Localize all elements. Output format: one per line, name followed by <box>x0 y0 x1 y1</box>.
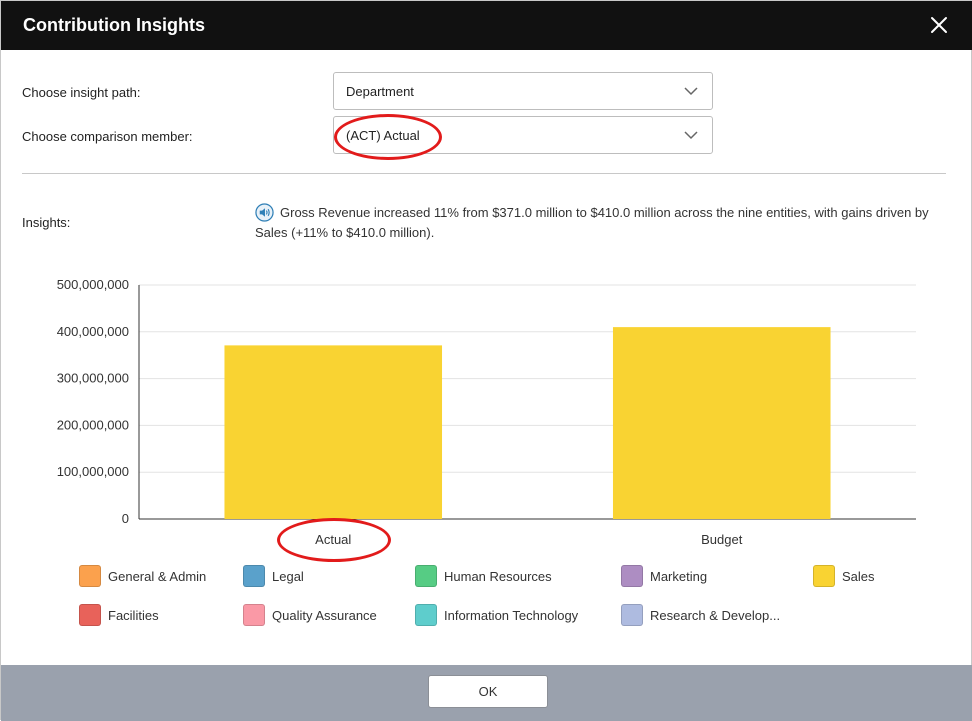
legend-swatch <box>243 604 265 626</box>
chevron-down-icon <box>684 87 698 96</box>
legend-swatch <box>415 565 437 587</box>
legend-swatch <box>79 604 101 626</box>
legend-label: Research & Develop... <box>650 608 781 623</box>
x-tick-label: Budget <box>701 532 743 547</box>
bar-actual <box>224 345 443 519</box>
contribution-insights-dialog: Contribution Insights Choose insight pat… <box>0 0 972 721</box>
legend-label: Quality Assurance <box>272 608 377 623</box>
insight-path-select[interactable]: Department <box>333 72 713 110</box>
section-divider <box>22 173 946 174</box>
legend-label: Sales <box>842 569 875 584</box>
legend-swatch <box>621 604 643 626</box>
legend-label: Information Technology <box>444 608 579 623</box>
insights-label: Insights: <box>22 215 71 230</box>
insight-path-value: Department <box>346 84 414 99</box>
comparison-member-label: Choose comparison member: <box>22 129 193 144</box>
dialog-titlebar: Contribution Insights <box>1 1 972 50</box>
comparison-member-select[interactable]: (ACT) Actual <box>333 116 713 154</box>
dialog-footer: OK <box>1 665 972 721</box>
insight-path-label: Choose insight path: <box>22 85 141 100</box>
legend-label: Facilities <box>108 608 159 623</box>
x-tick-label: Actual <box>315 532 351 547</box>
bar-chart: 0 100,000,000 200,000,000 300,000,000 400,00… <box>57 277 916 547</box>
bar-budget <box>612 327 831 519</box>
legend-swatch <box>621 565 643 587</box>
dialog-title: Contribution Insights <box>23 15 205 35</box>
legend-label: General & Admin <box>108 569 207 584</box>
legend-swatch <box>813 565 835 587</box>
speaker-icon[interactable] <box>255 203 274 222</box>
insight-text: Gross Revenue increased 11% from $371.0 … <box>255 205 929 240</box>
legend-swatch <box>415 604 437 626</box>
legend-label: Human Resources <box>444 569 552 584</box>
ok-button[interactable]: OK <box>428 675 548 708</box>
y-tick-label: 500,000,000 <box>57 277 129 292</box>
comparison-member-value: (ACT) Actual <box>346 128 420 143</box>
legend-swatch <box>79 565 101 587</box>
legend-label: Marketing <box>650 569 708 584</box>
insight-summary: Gross Revenue increased 11% from $371.0 … <box>255 203 955 243</box>
legend-label: Legal <box>272 569 304 584</box>
y-tick-label: 300,000,000 <box>57 371 129 386</box>
y-tick-label: 400,000,000 <box>57 324 129 339</box>
y-tick-label: 0 <box>122 511 129 526</box>
chevron-down-icon <box>684 131 698 140</box>
close-icon[interactable] <box>927 13 951 37</box>
legend-swatch <box>243 565 265 587</box>
y-tick-label: 100,000,000 <box>57 464 129 479</box>
y-tick-label: 200,000,000 <box>57 417 129 432</box>
